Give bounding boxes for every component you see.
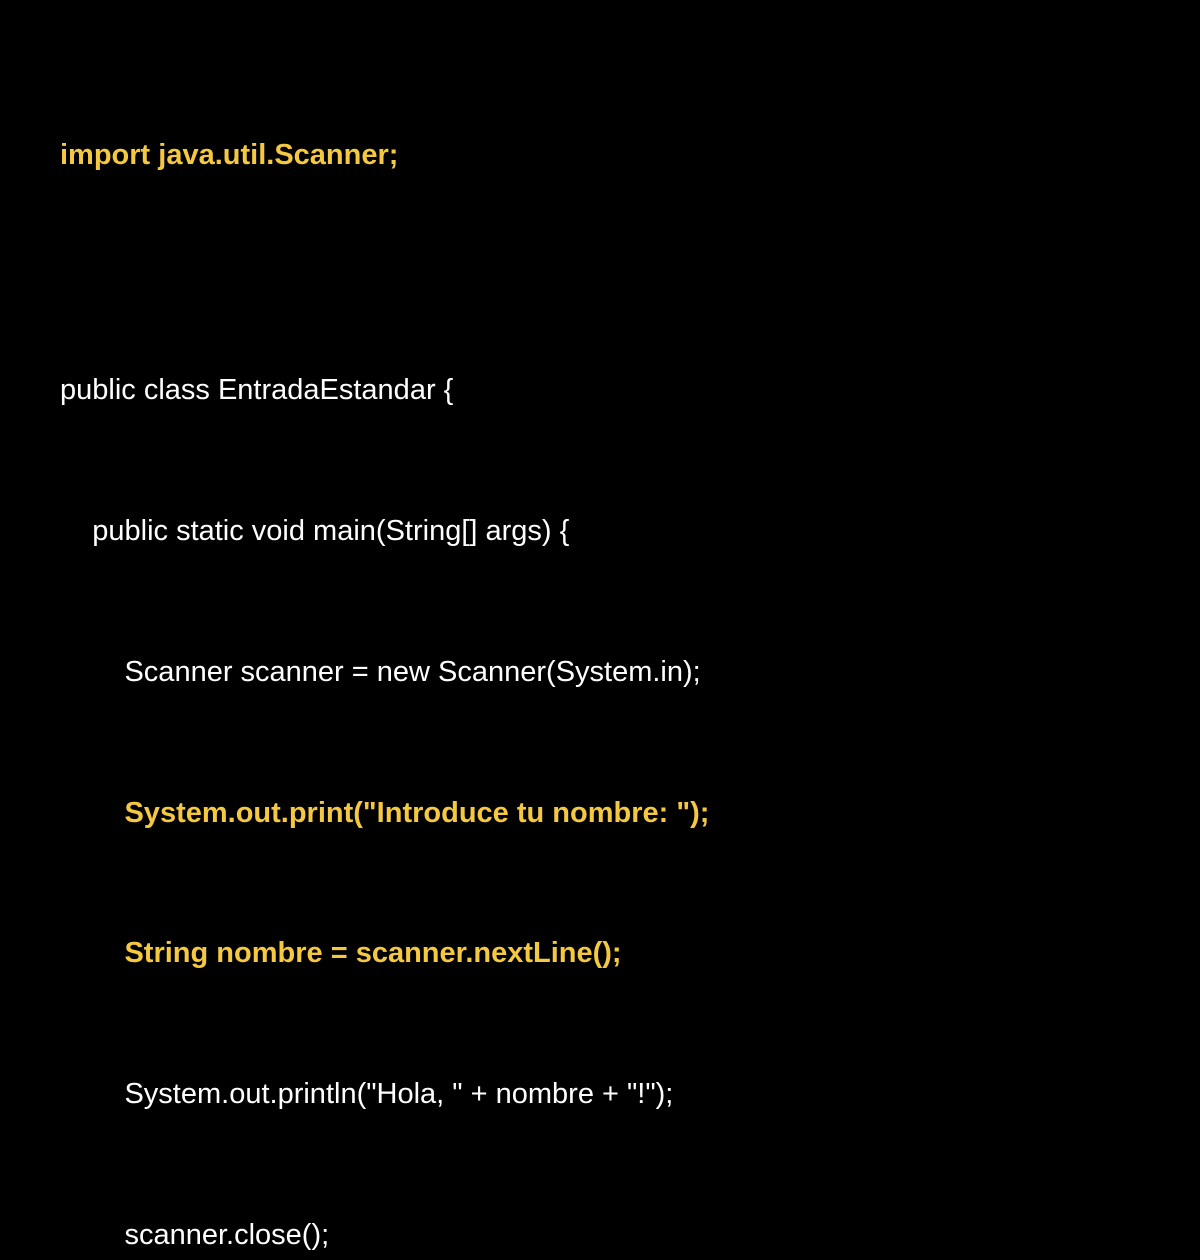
code-line: import java.util.Scanner; [60, 132, 1140, 179]
code-line: System.out.println("Hola, " + nombre + "… [60, 1071, 1140, 1118]
code-text: String nombre = scanner.nextLine(); [124, 937, 621, 969]
code-text: Scanner scanner = new Scanner(System.in)… [124, 656, 700, 688]
code-text: System.out.print("Introduce tu nombre: "… [124, 797, 709, 829]
code-line: public static void main(String[] args) { [60, 508, 1140, 555]
code-line: Scanner scanner = new Scanner(System.in)… [60, 649, 1140, 696]
code-text: scanner.close(); [124, 1219, 329, 1251]
code-text: System.out.println("Hola, " + nombre + "… [124, 1078, 673, 1110]
code-line: scanner.close(); [60, 1212, 1140, 1259]
code-line: public class EntradaEstandar { [60, 367, 1140, 414]
code-block: import java.util.Scanner; public class E… [60, 38, 1140, 1260]
code-line: String nombre = scanner.nextLine(); [60, 930, 1140, 977]
code-line: System.out.print("Introduce tu nombre: "… [60, 790, 1140, 837]
code-text: public static void main(String[] args) { [92, 515, 569, 547]
